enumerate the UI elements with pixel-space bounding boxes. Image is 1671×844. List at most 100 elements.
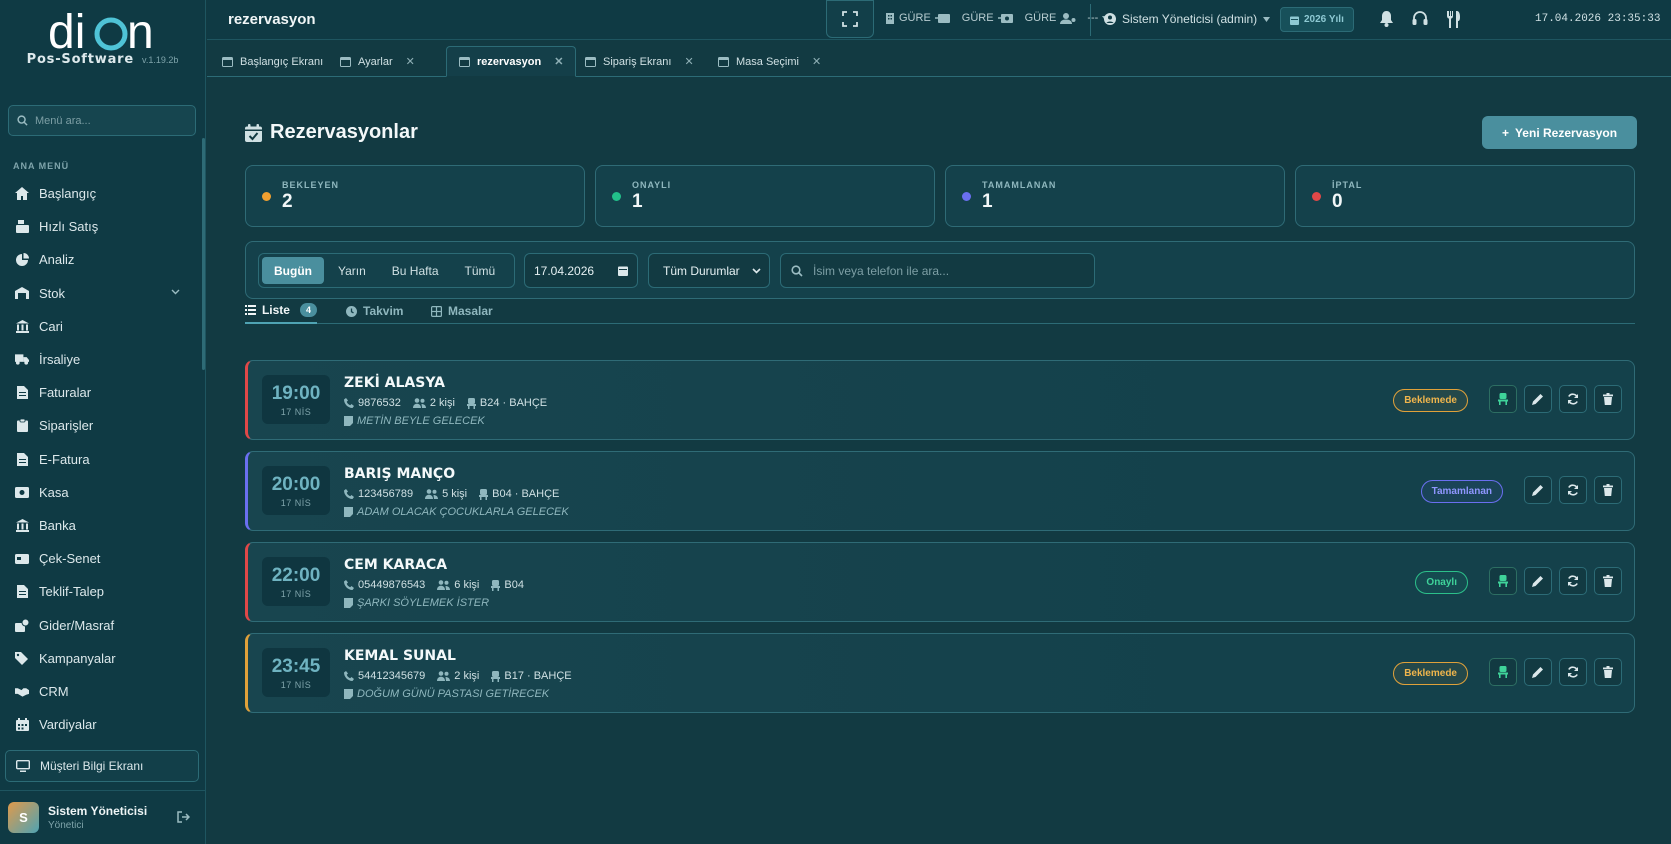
fullscreen-button[interactable] <box>826 0 874 38</box>
users-icon <box>437 671 451 681</box>
sidebar-item-cari[interactable]: Cari <box>0 310 206 343</box>
status-dot <box>262 191 271 201</box>
close-icon[interactable]: ✕ <box>812 55 821 68</box>
caret-down-icon <box>1263 16 1271 22</box>
calendar-icon <box>15 718 29 732</box>
tab-masalar[interactable]: Masalar <box>431 298 493 324</box>
period-this-week[interactable]: Bu Hafta <box>380 257 451 284</box>
delete-button[interactable] <box>1594 567 1622 595</box>
logout-icon[interactable] <box>177 811 190 823</box>
year-selector[interactable]: 2026 Yılı <box>1280 7 1354 32</box>
sidebar-scrollbar[interactable] <box>202 138 205 370</box>
sidebar-item-label: Kasa <box>39 484 69 500</box>
divider <box>1090 4 1091 36</box>
year-label: 2026 Yılı <box>1304 14 1344 25</box>
close-icon[interactable]: ✕ <box>406 55 415 68</box>
utensils-icon[interactable] <box>1446 11 1461 28</box>
period-tomorrow[interactable]: Yarın <box>326 257 378 284</box>
party-size: 5 kişi <box>442 488 468 500</box>
new-reservation-button[interactable]: + Yeni Rezervasyon <box>1482 116 1637 149</box>
reservation-card[interactable]: 23:45 17 NİS KEMAL SUNAL 54412345679 2 ki… <box>245 633 1635 713</box>
reservation-search-input[interactable] <box>813 263 1083 278</box>
warehouse-icon <box>15 286 29 300</box>
reservation-search[interactable] <box>780 253 1095 288</box>
sidebar-item-vardiyalar[interactable]: Vardiyalar <box>0 708 206 741</box>
sidebar-item-faturalar[interactable]: Faturalar <box>0 376 206 409</box>
user-cog-icon <box>1060 12 1076 24</box>
status-item-users[interactable]: GÜRE <box>1025 12 1077 24</box>
bell-icon[interactable] <box>1379 11 1394 27</box>
seat-button[interactable] <box>1489 567 1517 595</box>
edit-button[interactable] <box>1524 658 1552 686</box>
edit-button[interactable] <box>1524 476 1552 504</box>
sidebar-item-irsaliye[interactable]: İrsaliye <box>0 343 206 376</box>
chair-icon <box>466 397 476 409</box>
close-icon[interactable]: ✕ <box>684 55 693 68</box>
seat-button[interactable] <box>1489 658 1517 686</box>
sidebar-item-kampanyalar[interactable]: Kampanyalar <box>0 642 206 675</box>
tab-rezervasyon[interactable]: rezervasyon ✕ <box>446 46 577 77</box>
reservation-note: ADAM OLACAK ÇOCUKLARLA GELECEK <box>344 506 569 518</box>
sidebar-item-banka[interactable]: Banka <box>0 509 206 542</box>
status-filter-select[interactable]: Tüm Durumlar <box>648 253 770 288</box>
window-icon <box>340 56 351 67</box>
edit-button[interactable] <box>1524 385 1552 413</box>
delete-button[interactable] <box>1594 385 1622 413</box>
filter-bar: Bugün Yarın Bu Hafta Tümü 17.04.2026 Tüm… <box>245 241 1635 299</box>
tab-baslangic-ekrani[interactable]: Başlangıç Ekranı <box>210 46 335 77</box>
stat-card-tamamlanan: TAMAMLANAN 1 <box>945 165 1285 227</box>
menu-search[interactable] <box>8 105 196 136</box>
party-size: 2 kişi <box>429 397 455 409</box>
reservation-meta: 9876532 2 kişi B24 · BAHÇE <box>344 397 553 409</box>
change-status-button[interactable] <box>1559 476 1587 504</box>
tab-takvim[interactable]: Takvim <box>346 298 403 324</box>
tab-liste[interactable]: Liste 4 <box>245 298 317 324</box>
reservation-card[interactable]: 22:00 17 NİS CEM KARACA 05449876543 6 kiş… <box>245 542 1635 622</box>
delete-button[interactable] <box>1594 476 1622 504</box>
reservation-card[interactable]: 19:00 17 NİS ZEKİ ALASYA 9876532 2 kişi B… <box>245 360 1635 440</box>
tab-masa-secimi[interactable]: Masa Seçimi ✕ <box>706 46 833 77</box>
admin-menu[interactable]: Sistem Yöneticisi (admin) <box>1104 12 1271 26</box>
avatar[interactable]: S <box>8 802 39 833</box>
status-item-building[interactable]: GÜRE <box>885 12 951 24</box>
menu-search-input[interactable] <box>35 114 185 127</box>
change-status-button[interactable] <box>1559 385 1587 413</box>
period-today[interactable]: Bugün <box>262 257 324 284</box>
sidebar-item-siparisler[interactable]: Siparişler <box>0 409 206 442</box>
close-icon[interactable]: ✕ <box>554 55 563 68</box>
card-actions <box>1524 476 1622 504</box>
sidebar-item-crm[interactable]: CRM <box>0 675 206 708</box>
calendar-check-icon <box>245 123 262 142</box>
change-status-button[interactable] <box>1559 567 1587 595</box>
tab-ayarlar[interactable]: Ayarlar ✕ <box>328 46 427 77</box>
sidebar-item-e-fatura[interactable]: E-Fatura <box>0 443 206 476</box>
user-circle-icon <box>1104 13 1116 25</box>
stat-value: 1 <box>632 190 643 212</box>
note-icon <box>344 689 353 699</box>
customer-screen-button[interactable]: Müşteri Bilgi Ekranı <box>5 750 199 782</box>
sidebar-item-kasa[interactable]: Kasa <box>0 476 206 509</box>
status-badge: Beklemede <box>1393 389 1468 412</box>
reservation-card[interactable]: 20:00 17 NİS BARIŞ MANÇO 123456789 5 kişi… <box>245 451 1635 531</box>
sidebar-item-cek-senet[interactable]: Çek-Senet <box>0 542 206 575</box>
edit-button[interactable] <box>1524 567 1552 595</box>
sidebar-item-teklif-talep[interactable]: Teklif-Talep <box>0 575 206 608</box>
period-all[interactable]: Tümü <box>453 257 508 284</box>
note-text: ŞARKI SÖYLEMEK İSTER <box>357 597 490 609</box>
sidebar-item-baslangic[interactable]: Başlangıç <box>0 177 206 210</box>
tab-siparis-ekrani[interactable]: Sipariş Ekranı ✕ <box>573 46 706 77</box>
delete-button[interactable] <box>1594 658 1622 686</box>
status-item-register[interactable]: GÜRE <box>962 12 1014 24</box>
change-status-button[interactable] <box>1559 658 1587 686</box>
clock-icon <box>346 305 357 317</box>
sidebar-item-analiz[interactable]: Analiz <box>0 243 206 276</box>
page-title-row: Rezervasyonlar <box>245 121 418 144</box>
sidebar-item-hizli-satis[interactable]: Hızlı Satış <box>0 210 206 243</box>
sidebar-item-gider-masraf[interactable]: Gider/Masraf <box>0 608 206 641</box>
date-field[interactable]: 17.04.2026 <box>524 253 638 288</box>
seat-button[interactable] <box>1489 385 1517 413</box>
sidebar-item-stok[interactable]: Stok <box>0 277 206 310</box>
headset-icon[interactable] <box>1412 11 1428 27</box>
time-box: 22:00 17 NİS <box>262 557 330 606</box>
refresh-icon <box>1567 666 1579 678</box>
